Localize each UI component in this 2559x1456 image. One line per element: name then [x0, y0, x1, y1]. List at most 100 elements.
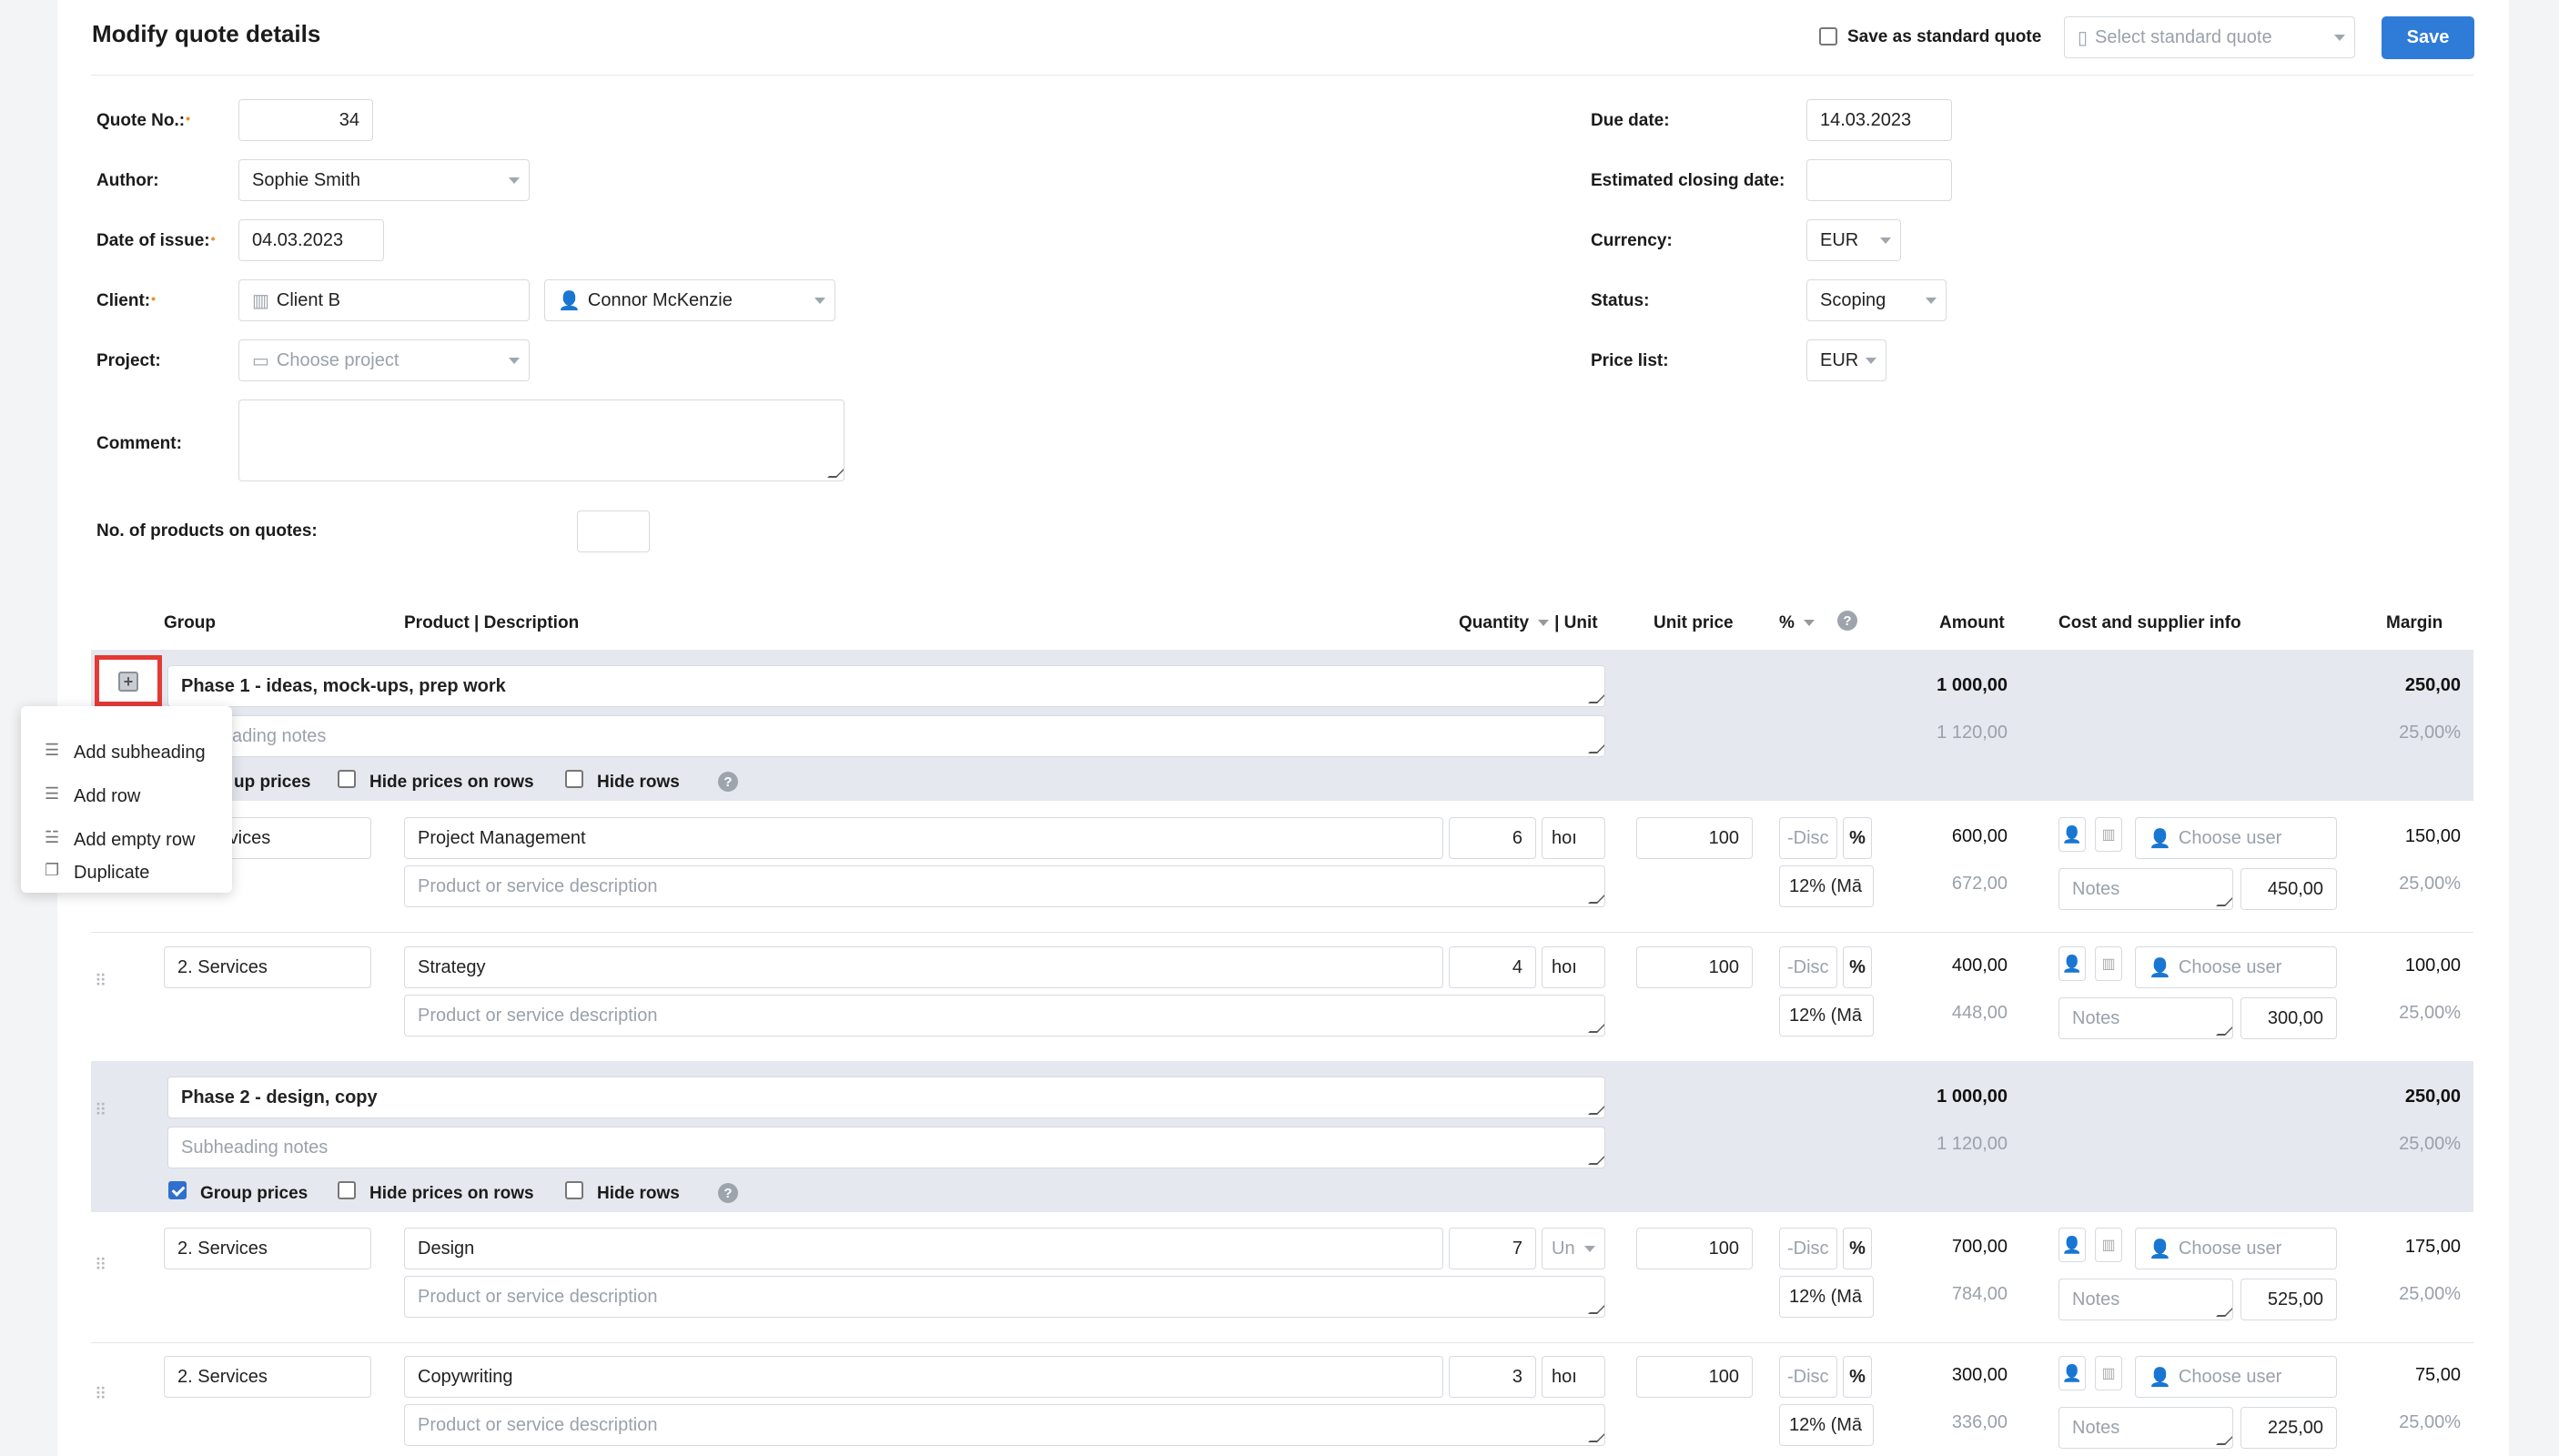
- notes-input[interactable]: Notes: [2058, 1279, 2233, 1320]
- contact-select[interactable]: 👤 Connor McKenzie: [544, 279, 835, 321]
- drag-handle-icon[interactable]: ⠿: [95, 972, 106, 991]
- quantity-input[interactable]: 7: [1449, 1228, 1536, 1269]
- user-icon[interactable]: 👤: [2058, 817, 2086, 852]
- unit-price-input[interactable]: 100: [1636, 1356, 1753, 1398]
- product-input[interactable]: Project Management: [404, 817, 1443, 859]
- unit-select[interactable]: hoı: [1542, 1356, 1605, 1398]
- price-list-select[interactable]: EUR: [1806, 339, 1886, 381]
- resize-handle-icon[interactable]: [827, 469, 844, 478]
- resize-handle-icon[interactable]: [1588, 1433, 1604, 1442]
- drag-handle-icon[interactable]: ⠿: [95, 1256, 106, 1275]
- group-prices-checkbox[interactable]: [168, 1181, 187, 1199]
- resize-handle-icon[interactable]: [2216, 1308, 2232, 1317]
- currency-select[interactable]: EUR: [1806, 219, 1901, 261]
- quote-no-input[interactable]: 34: [238, 99, 373, 141]
- building-icon[interactable]: ▥: [2095, 1228, 2122, 1262]
- author-select[interactable]: Sophie Smith: [238, 159, 530, 201]
- group-input[interactable]: 2. Services: [164, 1228, 371, 1269]
- due-date-input[interactable]: 14.03.2023: [1806, 99, 1952, 141]
- resize-handle-icon[interactable]: [2216, 1436, 2232, 1445]
- group-input[interactable]: 2. Services: [164, 1356, 371, 1398]
- vat-select[interactable]: 12% (Mā: [1779, 1276, 1874, 1318]
- phase-notes-input[interactable]: Subheading notes: [167, 1127, 1605, 1168]
- unit-price-input[interactable]: 100: [1636, 946, 1753, 988]
- choose-user-select[interactable]: 👤 Choose user: [2135, 1356, 2337, 1398]
- user-icon[interactable]: 👤: [2058, 946, 2086, 981]
- choose-user-select[interactable]: 👤 Choose user: [2135, 946, 2337, 988]
- drag-handle-icon[interactable]: ⠿: [95, 1385, 106, 1404]
- col-quantity[interactable]: Quantity | Unit: [1459, 613, 1598, 633]
- quantity-input[interactable]: 4: [1449, 946, 1536, 988]
- vat-select[interactable]: 12% (Mā: [1779, 865, 1874, 907]
- discount-input[interactable]: -Disc: [1779, 1356, 1837, 1398]
- phase-title-input[interactable]: Phase 1 - ideas, mock-ups, prep work: [167, 665, 1605, 707]
- closing-date-input[interactable]: [1806, 159, 1952, 201]
- vat-select[interactable]: 12% (Mā: [1779, 1404, 1874, 1446]
- building-icon[interactable]: ▥: [2095, 817, 2122, 852]
- save-standard-checkbox[interactable]: [1819, 27, 1837, 46]
- product-input[interactable]: Copywriting: [404, 1356, 1443, 1398]
- choose-user-select[interactable]: 👤 Choose user: [2135, 817, 2337, 859]
- phase-title-input[interactable]: Phase 2 - design, copy: [167, 1077, 1605, 1118]
- status-select[interactable]: Scoping: [1806, 279, 1947, 321]
- vat-select[interactable]: 12% (Mā: [1779, 995, 1874, 1036]
- description-input[interactable]: Product or service description: [404, 1404, 1605, 1446]
- resize-handle-icon[interactable]: [1588, 1305, 1604, 1314]
- resize-handle-icon[interactable]: [1588, 1156, 1604, 1165]
- notes-input[interactable]: Notes: [2058, 868, 2233, 910]
- row-menu-icon[interactable]: +: [118, 672, 138, 692]
- group-input[interactable]: 2. Services: [164, 946, 371, 988]
- phase-notes-input[interactable]: ading notes: [167, 715, 1605, 757]
- resize-handle-icon[interactable]: [2216, 897, 2232, 906]
- unit-select[interactable]: Un: [1542, 1228, 1605, 1269]
- drag-handle-icon[interactable]: ⠿: [95, 1101, 106, 1120]
- standard-quote-select[interactable]: ▯ Select standard quote: [2064, 16, 2355, 58]
- products-count-input[interactable]: [577, 511, 650, 552]
- unit-select[interactable]: hoı: [1542, 946, 1605, 988]
- resize-handle-icon[interactable]: [1588, 1024, 1604, 1033]
- menu-item-duplicate[interactable]: ❐ Duplicate: [21, 861, 232, 890]
- help-icon[interactable]: ?: [718, 1183, 738, 1203]
- project-select[interactable]: ▭ Choose project: [238, 339, 530, 381]
- product-input[interactable]: Strategy: [404, 946, 1443, 988]
- quantity-input[interactable]: 6: [1449, 817, 1536, 859]
- duplicate-icon: ❐: [45, 861, 60, 879]
- unit-price-input[interactable]: 100: [1636, 1228, 1753, 1269]
- resize-handle-icon[interactable]: [1588, 1106, 1604, 1115]
- description-input[interactable]: Product or service description: [404, 865, 1605, 907]
- discount-input[interactable]: -Disc: [1779, 817, 1837, 859]
- resize-handle-icon[interactable]: [2216, 1026, 2232, 1036]
- resize-handle-icon[interactable]: [1588, 744, 1604, 753]
- comment-textarea[interactable]: [238, 399, 845, 481]
- choose-user-select[interactable]: 👤 Choose user: [2135, 1228, 2337, 1269]
- building-icon[interactable]: ▥: [2095, 946, 2122, 981]
- unit-price-input[interactable]: 100: [1636, 817, 1753, 859]
- description-input[interactable]: Product or service description: [404, 995, 1605, 1036]
- description-input[interactable]: Product or service description: [404, 1276, 1605, 1318]
- menu-item-add-row[interactable]: ☰ Add row: [21, 775, 232, 815]
- notes-input[interactable]: Notes: [2058, 997, 2233, 1039]
- resize-handle-icon[interactable]: [1588, 694, 1604, 703]
- client-input[interactable]: ▥ Client B: [238, 279, 530, 321]
- date-issue-input[interactable]: 04.03.2023: [238, 219, 384, 261]
- save-button[interactable]: Save: [2382, 16, 2474, 59]
- user-icon[interactable]: 👤: [2058, 1228, 2086, 1262]
- col-percent[interactable]: %: [1779, 613, 1815, 633]
- discount-input[interactable]: -Disc: [1779, 1228, 1837, 1269]
- building-icon[interactable]: ▥: [2095, 1356, 2122, 1390]
- notes-input[interactable]: Notes: [2058, 1407, 2233, 1449]
- hide-rows-checkbox[interactable]: [565, 770, 583, 788]
- user-icon[interactable]: 👤: [2058, 1356, 2086, 1390]
- discount-input[interactable]: -Disc: [1779, 946, 1837, 988]
- product-input[interactable]: Design: [404, 1228, 1443, 1269]
- help-icon[interactable]: ?: [1837, 611, 1857, 631]
- hide-prices-checkbox[interactable]: [338, 1181, 356, 1199]
- quantity-input[interactable]: 3: [1449, 1356, 1536, 1398]
- unit-select[interactable]: hoı: [1542, 817, 1605, 859]
- resize-handle-icon[interactable]: [1588, 895, 1604, 904]
- menu-item-add-empty-row[interactable]: ☱ Add empty row: [21, 819, 232, 859]
- help-icon[interactable]: ?: [718, 772, 738, 792]
- hide-prices-checkbox[interactable]: [338, 770, 356, 788]
- menu-item-add-subheading[interactable]: ☰ Add subheading: [21, 732, 232, 772]
- hide-rows-checkbox[interactable]: [565, 1181, 583, 1199]
